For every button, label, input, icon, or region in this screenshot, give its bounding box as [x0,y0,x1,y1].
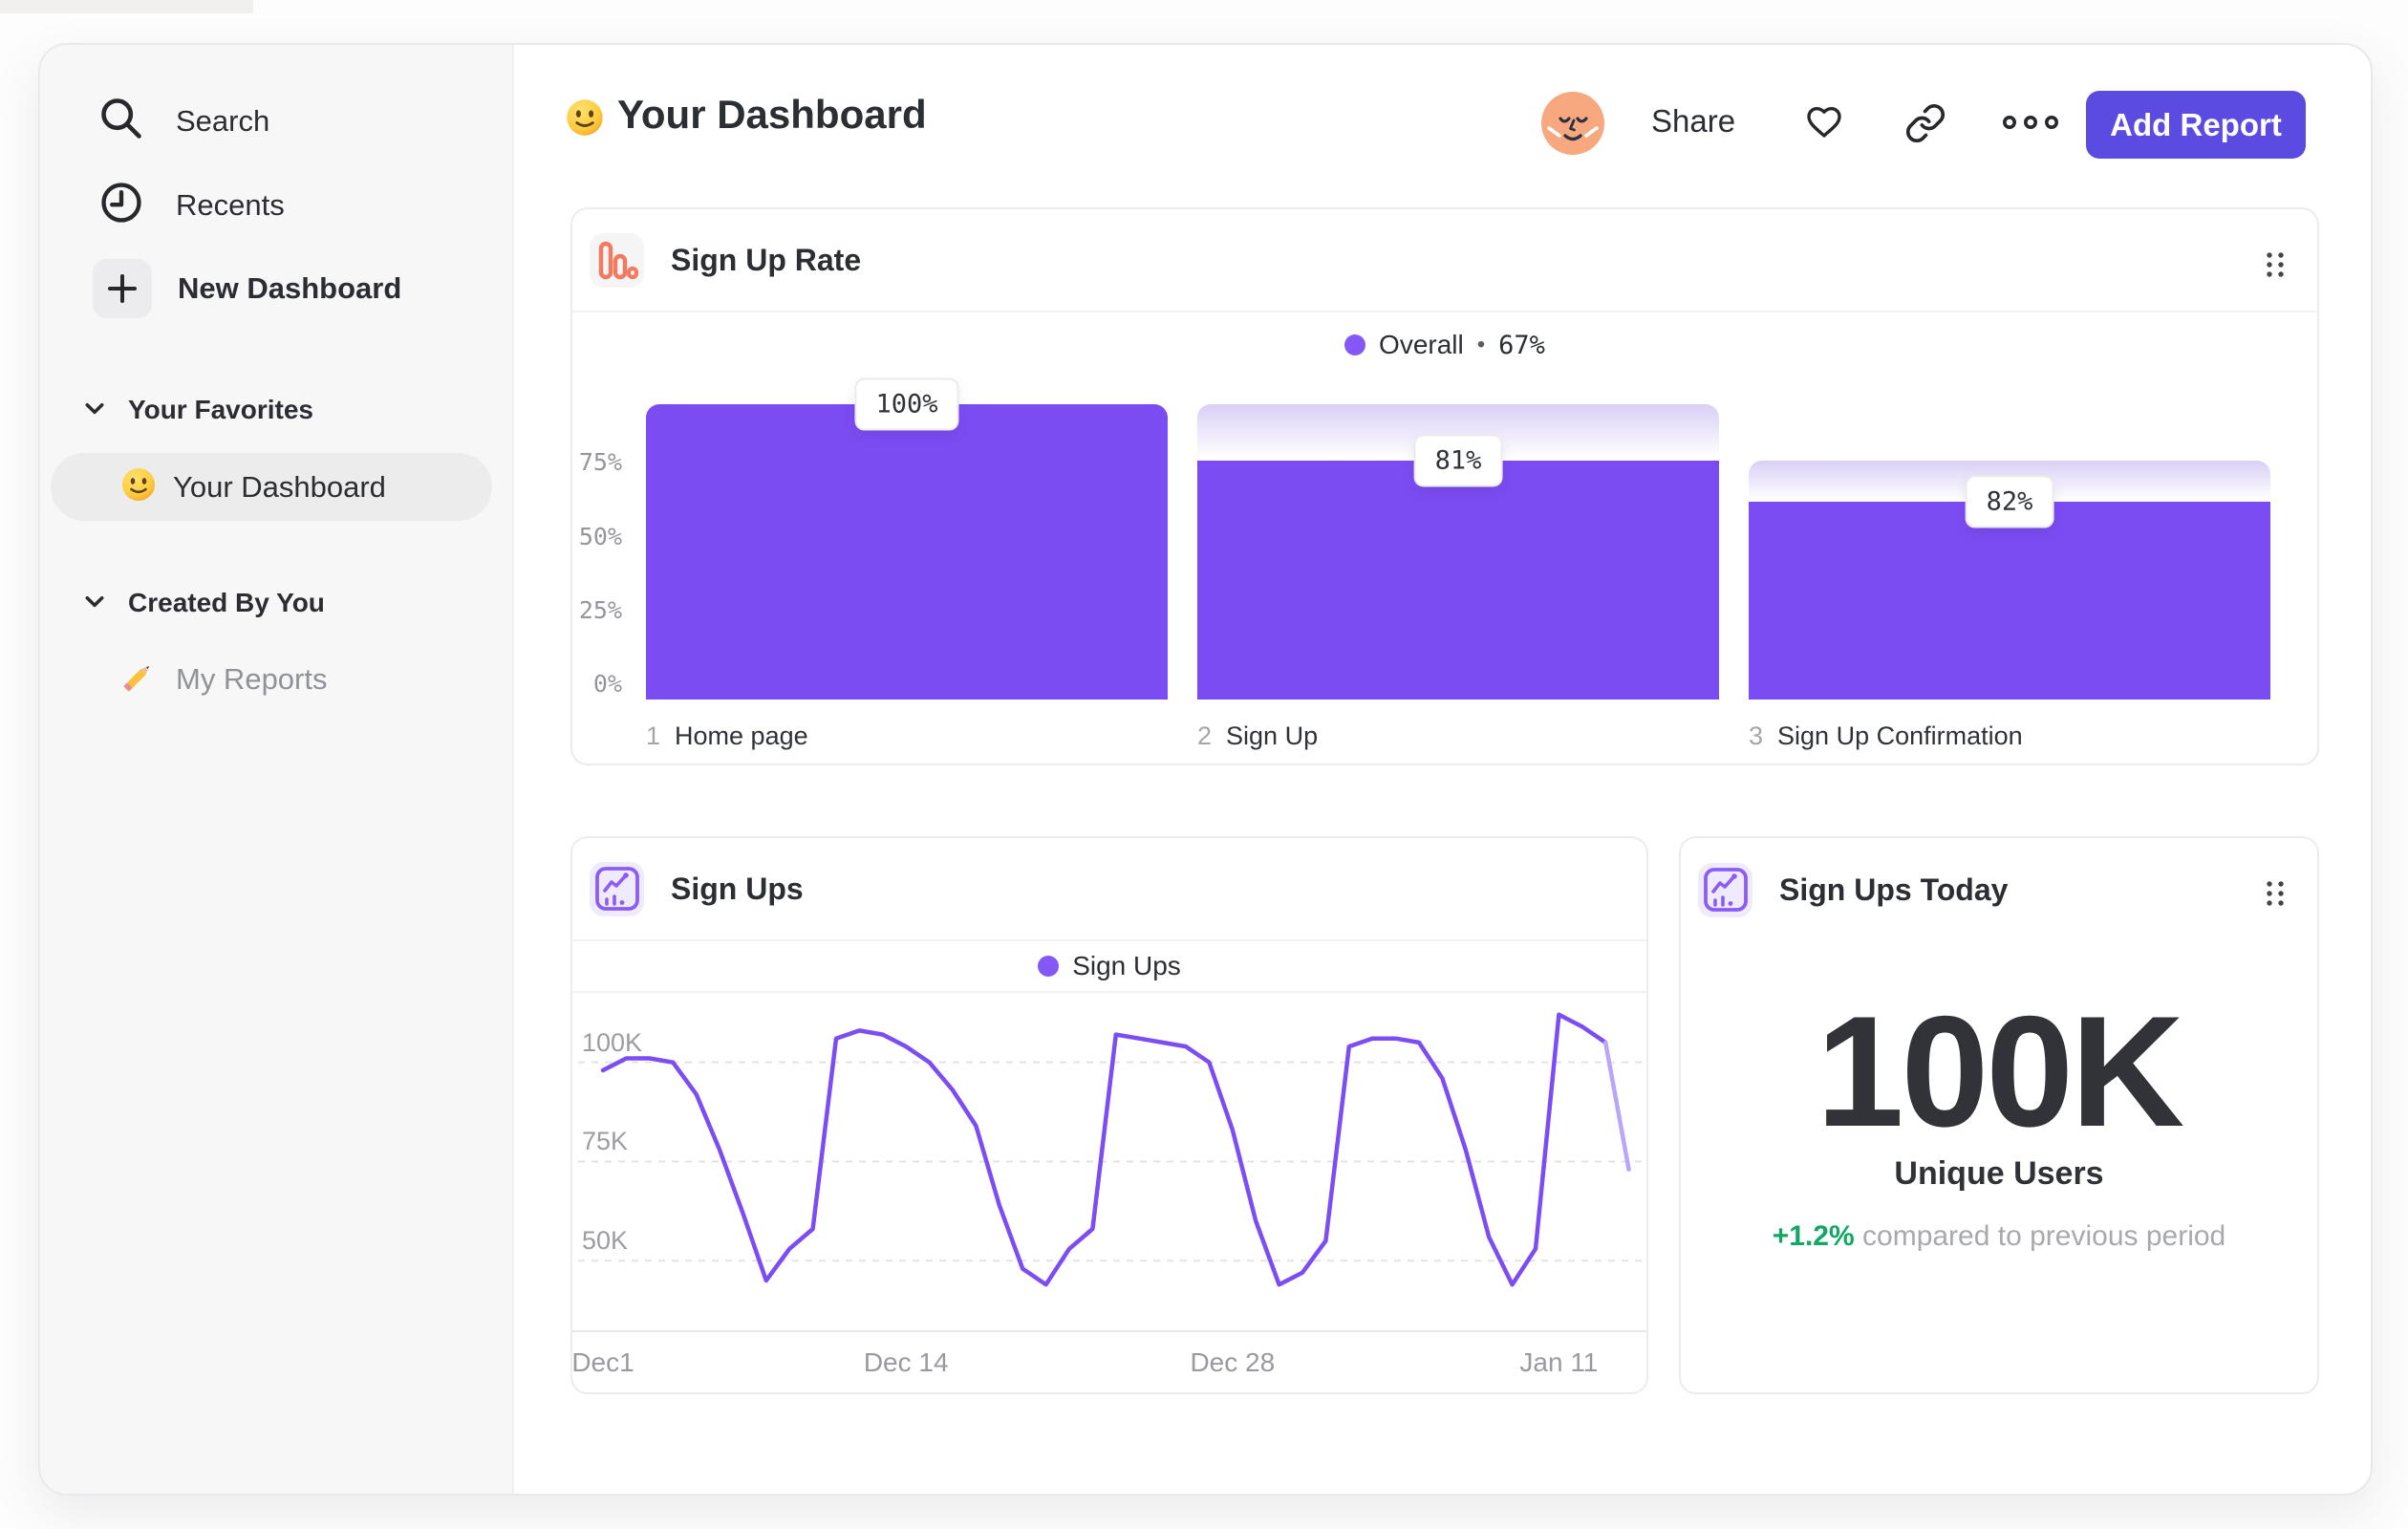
chevron-down-icon [84,398,105,422]
drag-handle-icon[interactable] [2264,878,2287,914]
sidebar-item-search[interactable]: Search [97,95,269,147]
ellipsis-icon[interactable] [2001,112,2060,138]
funnel-bar-sign-up-confirmation[interactable] [1749,501,2270,700]
sidebar-item-new-dashboard[interactable]: New Dashboard [93,259,401,318]
card-header: Sign Ups [572,838,1646,941]
sidebar-item-label: New Dashboard [178,271,402,305]
card-title: Sign Ups Today [1779,872,2009,907]
sign-up-rate-card: Sign Up Rate Overall • 67% 75% 50% 25% 0% 10… [570,207,2319,765]
funnel-conversion-tooltip: 100% [854,377,959,431]
plus-icon [93,259,152,318]
avatar[interactable] [1541,92,1604,160]
x-axis-line [572,1330,1646,1332]
section-label: Created By You [128,588,325,617]
line-series [600,1012,1608,1287]
metric-label: Unique Users [1894,1155,2104,1192]
metric-delta: +1.2% [1772,1220,1855,1252]
share-button[interactable]: Share [1651,103,1735,140]
funnel-step-label: 3 Sign Up Confirmation [1749,721,2023,751]
funnel-step-label: 2 Sign Up [1197,721,1318,751]
smiley-emoji [119,465,158,508]
page-title: Your Dashboard [617,92,927,137]
pencil-emoji [118,658,157,701]
line-y-tick: 100K [582,1027,643,1057]
step-name: Home page [675,721,808,750]
step-number: 3 [1749,721,1764,750]
legend-dot [1038,956,1060,977]
line-y-tick: 50K [582,1226,629,1256]
card-header: Sign Ups Today [1681,838,2317,941]
metric-value: 100K [1816,983,2184,1159]
step-name: Sign Up [1226,721,1319,750]
funnel-y-tick: 25% [578,595,622,624]
line-y-tick: 75K [582,1127,629,1156]
sign-ups-card: Sign Ups Sign Ups 100K 75K 50K Dec1 Dec 14 D… [570,836,1648,1394]
line-chart-icon [590,861,644,916]
sidebar-item-my-reports[interactable]: My Reports [118,649,327,710]
funnel-conversion-tooltip: 81% [1413,434,1503,487]
metric-comparison-text: compared to previous period [1862,1220,2226,1252]
card-title: Sign Ups [671,871,804,906]
step-number: 1 [646,721,661,750]
sidebar-item-label: Your Dashboard [173,469,386,504]
sidebar-item-recents[interactable]: Recents [97,179,285,231]
line-x-tick: Dec 28 [1190,1347,1276,1377]
legend-label: Sign Ups [1072,951,1181,980]
sidebar: Search Recents New Dashboard Your Favori… [40,45,514,1494]
smiley-emoji [564,97,606,143]
funnel-bar-sign-up[interactable] [1197,460,1719,700]
line-x-tick: Dec 14 [863,1347,949,1377]
sidebar-item-label: Search [176,103,270,138]
sidebar-item-your-dashboard[interactable]: Your Dashboard [51,453,492,521]
funnel-step-label: 1 Home page [646,721,808,751]
chevron-down-icon [84,592,105,615]
funnel-y-tick: 75% [578,448,622,477]
metric-comparison: +1.2% compared to previous period [1681,1220,2317,1253]
line-legend: Sign Ups [572,941,1646,993]
line-x-tick: Jan 11 [1519,1347,1599,1377]
link-icon[interactable] [1904,102,1946,149]
step-name: Sign Up Confirmation [1777,721,2023,750]
step-number: 2 [1197,721,1213,750]
app-window: Search Recents New Dashboard Your Favori… [38,43,2373,1496]
sidebar-section-created-by-you[interactable]: Created By You [84,588,325,618]
line-chart-icon [1698,862,1752,917]
funnel-y-tick: 50% [578,522,622,550]
line-chart-plot [578,1012,1645,1287]
search-icon [97,95,145,147]
funnel-y-tick: 0% [592,670,622,698]
heart-icon[interactable] [1802,99,1846,146]
background-window-artifact [0,0,253,13]
clock-icon [97,179,145,231]
section-label: Your Favorites [128,395,313,424]
line-x-tick: Dec1 [571,1347,634,1377]
sidebar-item-label: Recents [176,187,285,222]
funnel-plot: 75% 50% 25% 0% 100% 1 Home page 81% 2 Sign Up 82% 3… [572,209,2317,764]
funnel-conversion-tooltip: 82% [1965,475,2054,528]
sidebar-item-label: My Reports [176,662,328,696]
sign-ups-today-card: Sign Ups Today 100K Unique Users +1.2% c… [1679,836,2319,1394]
sidebar-section-your-favorites[interactable]: Your Favorites [84,395,313,425]
add-report-button[interactable]: Add Report [2086,91,2306,159]
funnel-bar-home-page[interactable] [646,404,1168,700]
